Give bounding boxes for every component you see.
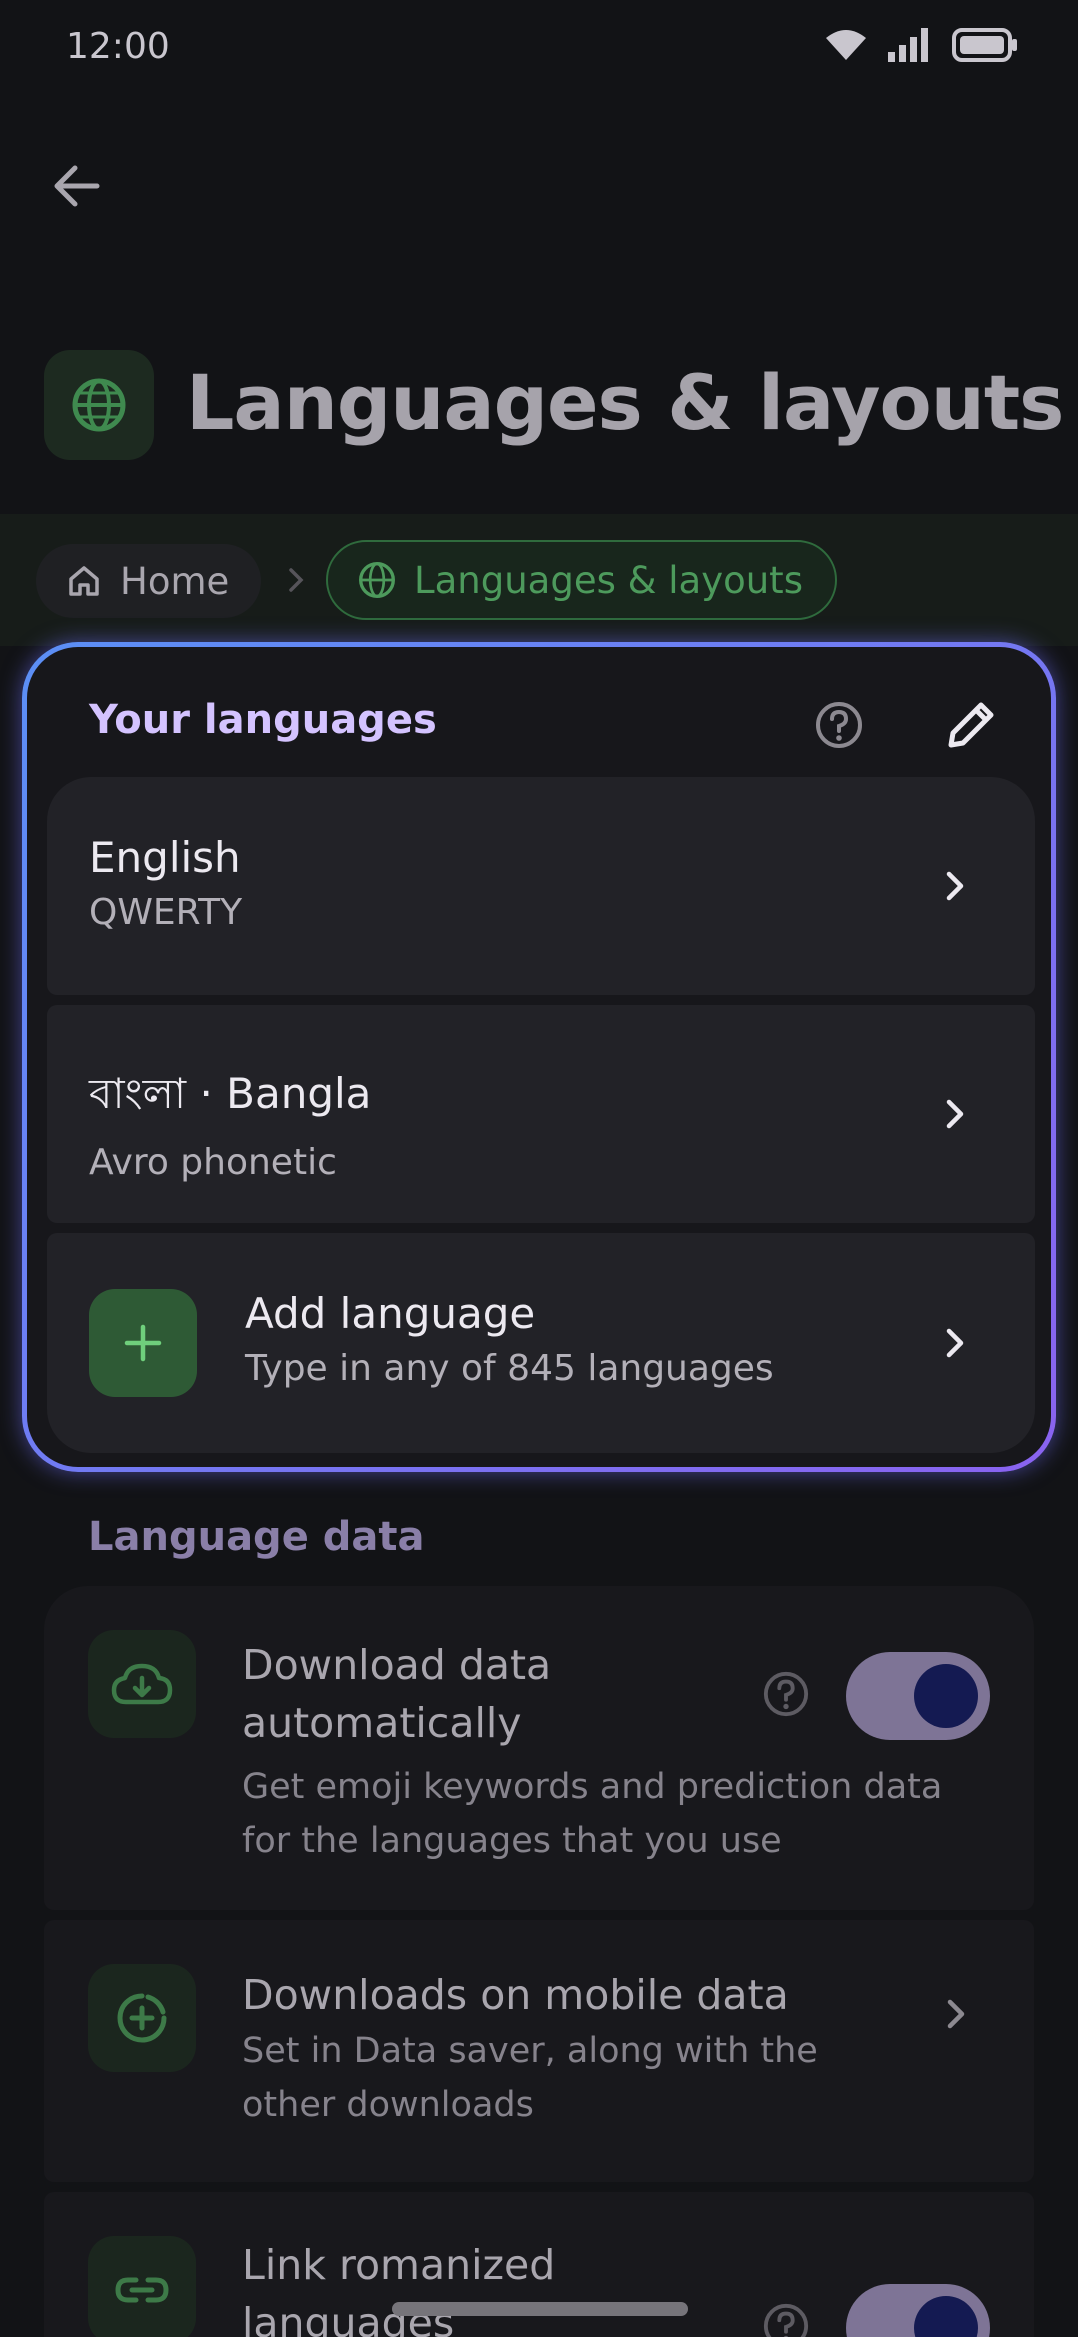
link-icon [115, 2277, 169, 2303]
language-item-text: English QWERTY [89, 833, 242, 933]
breadcrumb-current[interactable]: Languages & layouts [326, 540, 837, 620]
status-time: 12:00 [66, 26, 170, 67]
download-data-help-button[interactable] [758, 1666, 814, 1722]
link-romanized-help-button[interactable] [758, 2298, 814, 2337]
chevron-right-icon [936, 1994, 976, 2034]
battery-icon [952, 28, 1017, 62]
chevron-right-icon [289, 568, 304, 592]
download-data-title-1: Download data [242, 1641, 552, 1689]
mobile-data-desc-2: other downloads [242, 2085, 534, 2125]
data-saver-icon [117, 1993, 167, 2043]
back-button[interactable] [36, 146, 116, 226]
toggle-knob [914, 2296, 978, 2337]
download-data-toggle[interactable] [846, 1652, 990, 1740]
mobile-data-text: Downloads on mobile data Set in Data sav… [242, 1966, 818, 2132]
status-bar: 12:00 [0, 0, 1078, 96]
language-data-title: Language data [88, 1514, 425, 1560]
mobile-data-title: Downloads on mobile data [242, 1971, 789, 2019]
download-data-desc-1: Get emoji keywords and prediction data [242, 1767, 943, 1807]
signal-icon [888, 28, 928, 62]
help-button[interactable] [809, 695, 869, 755]
cloud-download-icon [111, 1663, 173, 1705]
breadcrumb: Home Languages & layouts [0, 514, 1078, 646]
download-data-desc-2: for the languages that you use [242, 1821, 782, 1861]
add-language-button[interactable]: Add language Type in any of 845 language… [47, 1233, 1035, 1453]
chevron-right-icon [935, 866, 975, 906]
download-data-text: Download data automatically Get emoji ke… [242, 1636, 942, 1868]
language-layout: QWERTY [89, 892, 243, 933]
your-languages-card: Your languages English QWERTY বাংলা · Ba… [22, 642, 1056, 1472]
add-icon [89, 1289, 197, 1397]
globe-icon [72, 378, 126, 432]
wifi-icon [826, 30, 866, 60]
mobile-data-desc-1: Set in Data saver, along with the [242, 2031, 818, 2071]
help-icon [763, 1671, 809, 1717]
language-item-text: বাংলা · Bangla Avro phonetic [89, 1061, 371, 1183]
pencil-icon [948, 702, 994, 748]
screen: 12:00 Languages & layouts Home Languages… [0, 0, 1078, 2337]
add-language-text: Add language Type in any of 845 language… [245, 1289, 774, 1389]
edit-languages-button[interactable] [937, 691, 1005, 759]
language-name: বাংলা · Bangla [89, 1069, 372, 1118]
download-data-title-2: automatically [242, 1699, 522, 1747]
breadcrumb-home-label: Home [120, 559, 230, 603]
breadcrumb-current-label: Languages & layouts [414, 558, 803, 602]
link-romanized-title-1: Link romanized [242, 2241, 556, 2289]
chevron-right-icon [935, 1323, 975, 1363]
breadcrumb-home[interactable]: Home [36, 544, 262, 618]
link-romanized-text: Link romanized languages [242, 2236, 555, 2337]
page-title: Languages & layouts [186, 358, 1064, 447]
chevron-right-icon [935, 1094, 975, 1134]
add-language-label: Add language [245, 1289, 536, 1338]
arrow-back-icon [54, 165, 100, 207]
header-globe-icon-tile [44, 350, 154, 460]
help-icon [816, 702, 862, 748]
language-item-english[interactable]: English QWERTY [47, 777, 1035, 995]
cloud-download-icon-tile [88, 1630, 196, 1738]
globe-icon [359, 562, 395, 598]
your-languages-title: Your languages [89, 697, 437, 743]
status-icons [826, 28, 1018, 62]
language-layout: Avro phonetic [89, 1142, 337, 1183]
data-saver-icon-tile [88, 1964, 196, 2072]
language-name: English [89, 833, 241, 882]
link-icon-tile [88, 2236, 196, 2337]
toggle-knob [914, 1664, 978, 1728]
language-item-bangla[interactable]: বাংলা · Bangla Avro phonetic [47, 1005, 1035, 1223]
gesture-navigation-handle[interactable] [392, 2302, 688, 2316]
link-romanized-toggle[interactable] [846, 2284, 990, 2337]
downloads-on-mobile-data-item[interactable]: Downloads on mobile data Set in Data sav… [44, 1920, 1034, 2182]
download-data-automatically-item[interactable]: Download data automatically Get emoji ke… [44, 1586, 1034, 1910]
add-language-description: Type in any of 845 languages [245, 1348, 774, 1389]
help-icon [763, 2303, 809, 2337]
home-icon [69, 566, 99, 596]
